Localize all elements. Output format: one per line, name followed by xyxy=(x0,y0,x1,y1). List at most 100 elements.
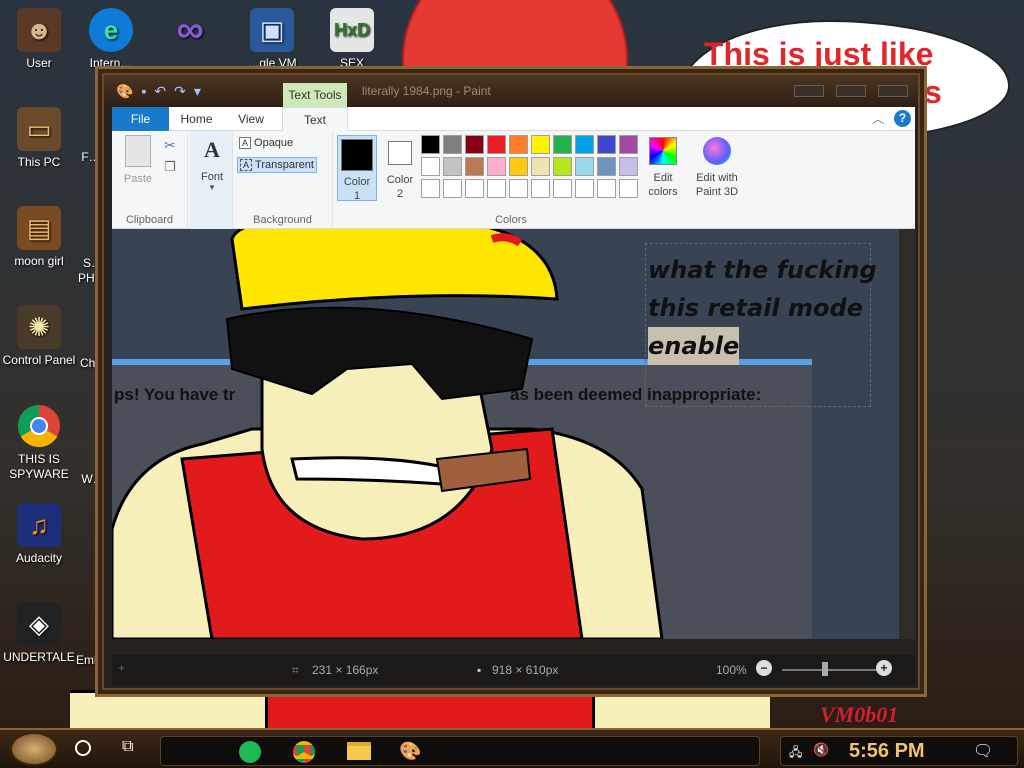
color1-button[interactable]: Color 1 xyxy=(337,135,377,202)
zoom-slider-thumb[interactable] xyxy=(822,662,828,676)
palette-swatch[interactable] xyxy=(597,179,616,198)
desktop-icon-visual-studio[interactable]: ∞ xyxy=(160,8,220,56)
tab-view[interactable]: View xyxy=(224,107,278,131)
palette-swatch[interactable] xyxy=(553,179,572,198)
maximize-button[interactable] xyxy=(836,85,866,97)
colors-group-label: Colors xyxy=(495,214,527,226)
help-icon[interactable]: ? xyxy=(894,110,911,127)
desktop-icon-label: UNDERTALE xyxy=(3,650,75,664)
watermark: VM0b01 xyxy=(820,702,899,727)
cortana-icon[interactable] xyxy=(75,740,91,756)
palette-swatch[interactable] xyxy=(465,157,484,176)
desktop-icon-spyware[interactable]: THIS IS SPYWARE xyxy=(0,404,78,482)
volume-muted-icon[interactable]: 🔇 xyxy=(813,742,829,758)
network-icon[interactable]: 🖧 xyxy=(789,743,802,764)
palette-swatch[interactable] xyxy=(509,157,528,176)
start-button[interactable] xyxy=(10,732,58,766)
vertical-scrollbar[interactable] xyxy=(899,229,915,639)
notifications-icon[interactable]: 🗨 xyxy=(973,741,993,761)
palette-swatch[interactable] xyxy=(575,179,594,198)
edit-colors-button[interactable]: Edit colors xyxy=(643,137,683,199)
palette-swatch[interactable] xyxy=(531,135,550,154)
clock[interactable]: 5:56 PM xyxy=(849,740,925,763)
palette-swatch[interactable] xyxy=(553,135,572,154)
clipboard-icon xyxy=(125,135,151,167)
save-icon[interactable]: ▪ xyxy=(141,83,146,100)
desktop-icon-sex[interactable]: HxD SEX xyxy=(312,8,392,71)
minimize-button[interactable] xyxy=(794,85,824,97)
transparent-label: Transparent xyxy=(255,159,314,171)
paint-app-icon[interactable]: 🎨 xyxy=(116,83,133,100)
palette-swatch[interactable] xyxy=(509,135,528,154)
clipboard-group-label: Clipboard xyxy=(125,214,174,226)
desktop-icon-user[interactable]: ☻ User xyxy=(0,8,78,71)
palette-swatch[interactable] xyxy=(487,179,506,198)
copy-icon[interactable]: ❐ xyxy=(164,159,176,175)
palette-swatch[interactable] xyxy=(443,135,462,154)
canvas[interactable]: ps! You have tr as been deemed inappropr… xyxy=(112,229,899,639)
redo-icon[interactable]: ↷ xyxy=(174,83,186,100)
color2-label: Color 2 xyxy=(386,174,414,200)
zoom-in-button[interactable]: + xyxy=(876,660,892,676)
spotify-icon[interactable] xyxy=(239,741,261,763)
palette-swatch[interactable] xyxy=(619,157,638,176)
file-explorer-icon[interactable] xyxy=(347,742,371,760)
palette-swatch[interactable] xyxy=(421,157,440,176)
paint-taskbar-icon[interactable]: 🎨 xyxy=(399,741,421,762)
palette-swatch[interactable] xyxy=(575,157,594,176)
clipboard-group: Paste ✂ ❐ Clipboard xyxy=(112,131,188,229)
tab-home[interactable]: Home xyxy=(169,107,224,131)
desktop-icon-this-pc[interactable]: ▭ This PC xyxy=(0,107,78,170)
desktop-icon-label: …gle VM xyxy=(247,56,297,70)
task-view-icon[interactable]: ⧉ xyxy=(122,738,133,756)
palette-swatch[interactable] xyxy=(443,179,462,198)
plus-icon[interactable]: + xyxy=(118,661,125,675)
tab-file[interactable]: File xyxy=(112,107,169,131)
color2-button[interactable]: Color 2 xyxy=(381,135,419,201)
cartoon-shirt xyxy=(265,693,595,733)
palette-swatch[interactable] xyxy=(575,135,594,154)
palette-swatch[interactable] xyxy=(465,135,484,154)
collapse-ribbon-icon[interactable]: ︿ xyxy=(872,110,884,127)
paint-window: 🎨 ▪ ↶ ↷ ▾ Text Tools literally 1984.png … xyxy=(102,73,920,690)
palette-swatch[interactable] xyxy=(619,179,638,198)
palette-swatch[interactable] xyxy=(531,157,550,176)
desktop-icon-control-panel[interactable]: ✺ Control Panel xyxy=(0,305,78,368)
font-button[interactable]: A Font ▼ xyxy=(194,137,230,192)
close-button[interactable] xyxy=(878,85,908,97)
palette-swatch[interactable] xyxy=(465,179,484,198)
status-bar: + ⌗ 231 × 166px ▪ 918 × 610px 100% − + xyxy=(112,655,915,685)
customize-qat-icon[interactable]: ▾ xyxy=(194,83,201,100)
palette-swatch[interactable] xyxy=(443,157,462,176)
palette-swatch[interactable] xyxy=(421,135,440,154)
palette-swatch[interactable] xyxy=(421,179,440,198)
desktop-icon-label: THIS IS SPYWARE xyxy=(9,452,69,481)
palette-swatch[interactable] xyxy=(597,135,616,154)
palette-swatch[interactable] xyxy=(531,179,550,198)
paste-button[interactable]: Paste xyxy=(118,135,158,185)
desktop-icon-undertale[interactable]: ◈ UNDERTALE xyxy=(0,602,78,665)
desktop-icon-virtualbox[interactable]: ▣ …gle VM xyxy=(232,8,312,71)
palette-swatch[interactable] xyxy=(619,135,638,154)
palette-swatch[interactable] xyxy=(509,179,528,198)
chrome-taskbar-icon[interactable] xyxy=(293,741,315,763)
opaque-option[interactable]: A Opaque xyxy=(239,137,293,149)
desktop-icon-label: SEX xyxy=(339,56,364,70)
zoom-out-button[interactable]: − xyxy=(756,660,772,676)
zoom-slider[interactable] xyxy=(782,669,882,671)
palette-swatch[interactable] xyxy=(553,157,572,176)
cut-icon[interactable]: ✂ xyxy=(164,137,176,154)
palette-swatch[interactable] xyxy=(487,135,506,154)
title-bar: 🎨 ▪ ↶ ↷ ▾ Text Tools literally 1984.png … xyxy=(104,75,918,107)
text-box-content[interactable]: what the fucking this retail mode enable xyxy=(648,251,877,365)
transparent-option[interactable]: A Transparent xyxy=(237,157,317,173)
colors-group: Color 1 Color 2 Edit colors Edit with Pa… xyxy=(333,131,901,229)
palette-swatch[interactable] xyxy=(487,157,506,176)
desktop-icon-audacity[interactable]: ♫ Audacity xyxy=(0,503,78,566)
undo-icon[interactable]: ↶ xyxy=(154,83,166,100)
palette-swatch[interactable] xyxy=(597,157,616,176)
desktop-icon-moon-girl[interactable]: ▤ moon girl xyxy=(0,206,78,269)
tab-text[interactable]: Text xyxy=(282,107,348,131)
edit-paint3d-button[interactable]: Edit with Paint 3D xyxy=(691,137,743,199)
background-group-label: Background xyxy=(253,214,312,226)
